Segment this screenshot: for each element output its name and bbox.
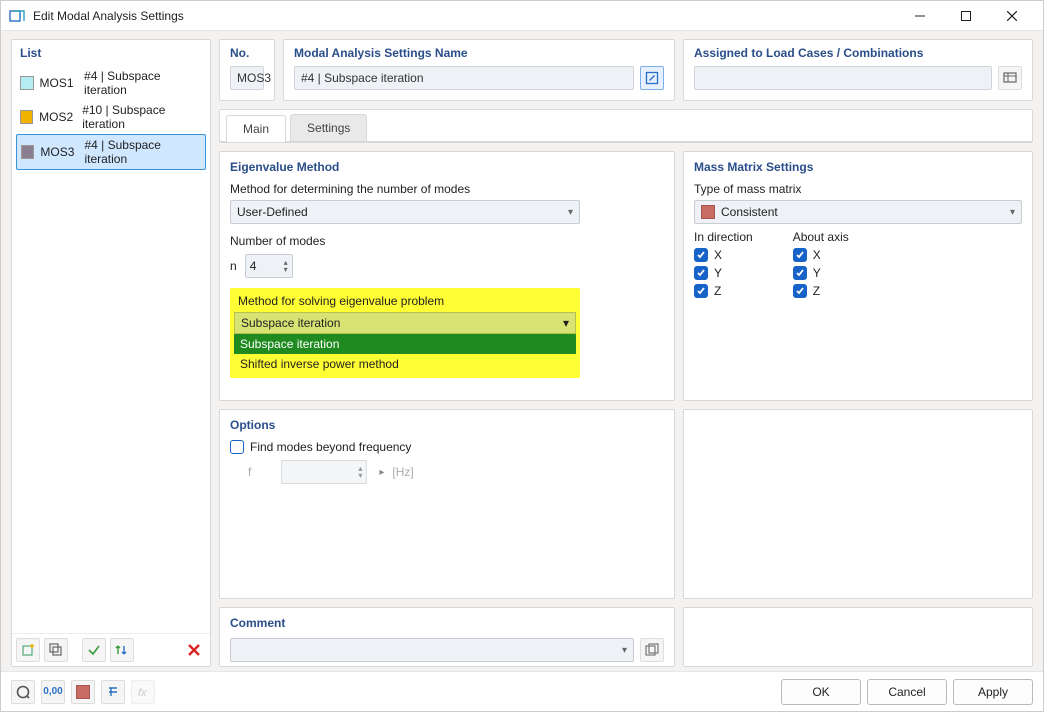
spinner-arrows-icon: ▴▾	[358, 465, 362, 479]
list-panel: List MOS1 #4 | Subspace iteration MOS2 #…	[11, 39, 211, 667]
assigned-group: Assigned to Load Cases / Combinations	[683, 39, 1033, 101]
direction-label: In direction	[694, 230, 753, 244]
eigenvalue-section: Eigenvalue Method Method for determining…	[219, 151, 675, 401]
axis-label: About axis	[793, 230, 849, 244]
close-button[interactable]	[989, 1, 1035, 31]
list-label: #4 | Subspace iteration	[84, 69, 202, 97]
name-label: Modal Analysis Settings Name	[294, 46, 664, 60]
list-item[interactable]: MOS3 #4 | Subspace iteration	[16, 134, 206, 170]
tab-settings[interactable]: Settings	[290, 114, 367, 141]
empty-section-2	[683, 607, 1033, 667]
edit-name-button[interactable]	[640, 66, 664, 90]
swatch-icon	[20, 76, 34, 90]
dir-x-checkbox[interactable]	[694, 248, 708, 262]
spinner-arrows-icon[interactable]: ▴▾	[284, 259, 288, 273]
list-id: MOS1	[40, 76, 79, 90]
solve-option[interactable]: Shifted inverse power method	[234, 354, 576, 374]
ok-button[interactable]: OK	[781, 679, 861, 705]
sort-button[interactable]	[110, 638, 134, 662]
tab-bar: Main Settings	[220, 110, 1032, 142]
list-item[interactable]: MOS1 #4 | Subspace iteration	[16, 66, 206, 100]
tab-main[interactable]: Main	[226, 115, 286, 142]
axis-z-checkbox[interactable]	[793, 284, 807, 298]
comment-edit-button[interactable]	[640, 638, 664, 662]
swatch-icon	[21, 145, 34, 159]
cancel-button[interactable]: Cancel	[867, 679, 947, 705]
color-button[interactable]	[71, 680, 95, 704]
window-title: Edit Modal Analysis Settings	[33, 9, 897, 23]
axis-x-checkbox[interactable]	[793, 248, 807, 262]
chevron-down-icon: ▾	[563, 316, 569, 330]
assigned-label: Assigned to Load Cases / Combinations	[694, 46, 1022, 60]
empty-section-1	[683, 409, 1033, 599]
units-button[interactable]: 0,00	[41, 680, 65, 704]
function-button: fx	[131, 680, 155, 704]
no-input[interactable]: MOS3	[230, 66, 264, 90]
svg-text:fx: fx	[138, 687, 147, 699]
eigenvalue-title: Eigenvalue Method	[230, 160, 664, 174]
chevron-down-icon: ▾	[1010, 207, 1015, 218]
f-input: ▴▾	[281, 460, 367, 484]
validate-button[interactable]	[82, 638, 106, 662]
list-id: MOS3	[40, 145, 78, 159]
app-icon	[9, 8, 25, 24]
new-item-button[interactable]	[16, 638, 40, 662]
comment-input[interactable]: ▾	[230, 638, 634, 662]
delete-button[interactable]	[182, 638, 206, 662]
solve-label: Method for solving eigenvalue problem	[234, 292, 576, 310]
options-section: Options Find modes beyond frequency f ▴▾…	[219, 409, 675, 599]
mass-type-dropdown[interactable]: Consistent ▾	[694, 200, 1022, 224]
copy-item-button[interactable]	[44, 638, 68, 662]
list-label: #10 | Subspace iteration	[82, 103, 202, 131]
options-title: Options	[230, 418, 664, 432]
comment-title: Comment	[230, 616, 664, 630]
swatch-icon	[20, 110, 33, 124]
no-group: No. MOS3	[219, 39, 275, 101]
find-modes-checkbox[interactable]	[230, 440, 244, 454]
maximize-button[interactable]	[943, 1, 989, 31]
comment-section: Comment ▾	[219, 607, 675, 667]
no-label: No.	[230, 46, 264, 60]
mass-swatch-icon	[701, 205, 715, 219]
chevron-down-icon: ▾	[622, 645, 627, 656]
list-title: List	[12, 40, 210, 66]
help-button[interactable]	[11, 680, 35, 704]
chevron-down-icon: ▾	[568, 207, 573, 218]
name-group: Modal Analysis Settings Name #4 | Subspa…	[283, 39, 675, 101]
f-symbol: f	[248, 465, 251, 479]
n-symbol: n	[230, 259, 237, 273]
solve-section: Method for solving eigenvalue problem Su…	[230, 288, 580, 378]
n-input[interactable]: 4 ▴▾	[245, 254, 293, 278]
dir-y-checkbox[interactable]	[694, 266, 708, 280]
list-item[interactable]: MOS2 #10 | Subspace iteration	[16, 100, 206, 134]
tree-button[interactable]	[101, 680, 125, 704]
assigned-browse-button[interactable]	[998, 66, 1022, 90]
n-label: Number of modes	[230, 234, 664, 248]
method-label: Method for determining the number of mod…	[230, 182, 664, 196]
method-dropdown[interactable]: User-Defined▾	[230, 200, 580, 224]
find-modes-label: Find modes beyond frequency	[250, 440, 411, 454]
dir-z-checkbox[interactable]	[694, 284, 708, 298]
list-label: #4 | Subspace iteration	[84, 138, 201, 166]
solve-option[interactable]: Subspace iteration	[234, 334, 576, 354]
minimize-button[interactable]	[897, 1, 943, 31]
apply-button[interactable]: Apply	[953, 679, 1033, 705]
f-unit: [Hz]	[392, 465, 413, 479]
assigned-input[interactable]	[694, 66, 992, 90]
mass-type-label: Type of mass matrix	[694, 182, 1022, 196]
mass-title: Mass Matrix Settings	[694, 160, 1022, 174]
axis-y-checkbox[interactable]	[793, 266, 807, 280]
mass-section: Mass Matrix Settings Type of mass matrix…	[683, 151, 1033, 401]
list-id: MOS2	[39, 110, 76, 124]
solve-dropdown[interactable]: Subspace iteration▾	[234, 312, 576, 334]
titlebar: Edit Modal Analysis Settings	[1, 1, 1043, 31]
name-input[interactable]: #4 | Subspace iteration	[294, 66, 634, 90]
